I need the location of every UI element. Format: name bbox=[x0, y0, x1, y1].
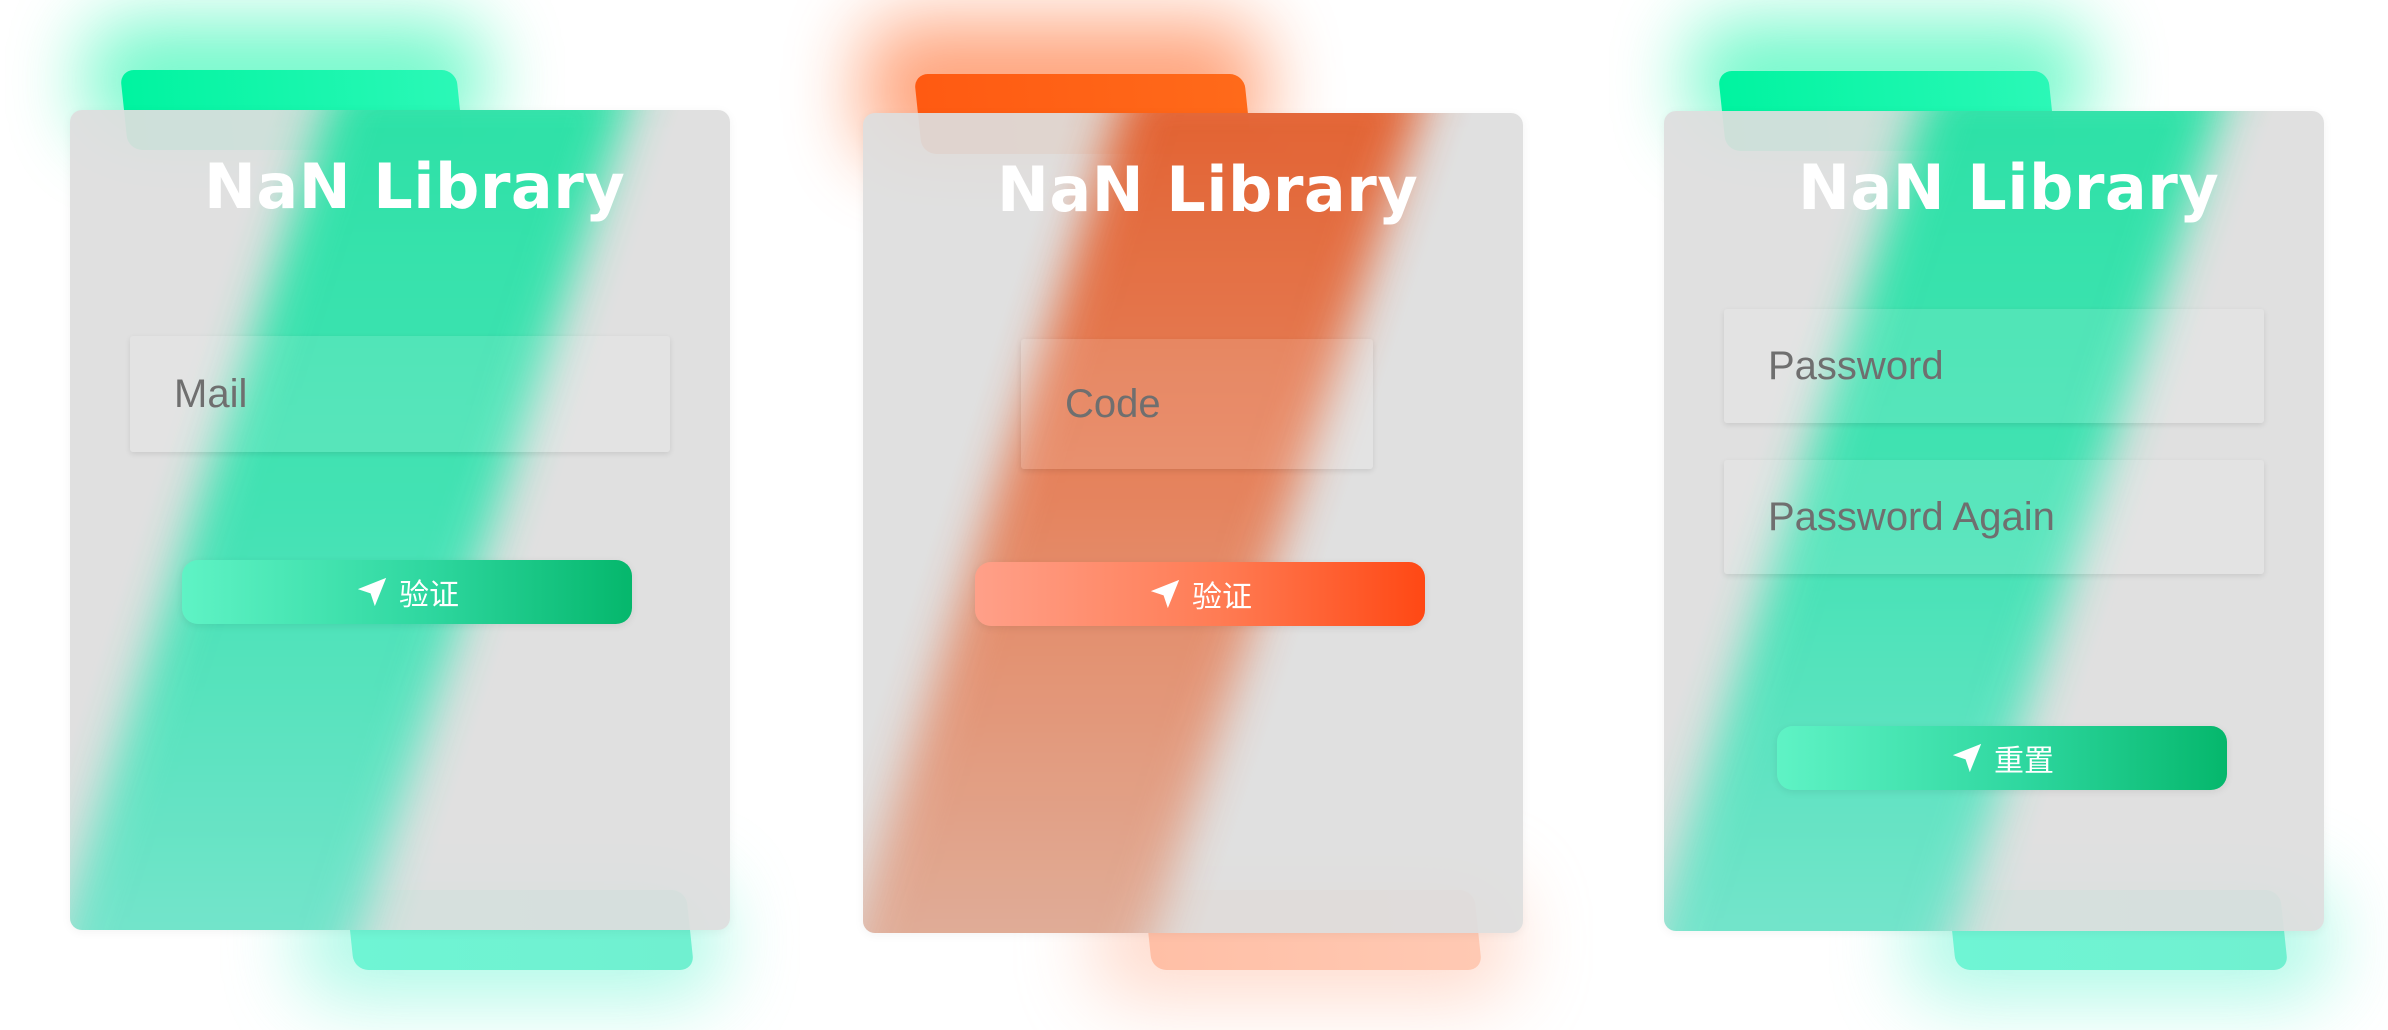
verify-mail-card-wrapper: NaN Library 验证 bbox=[0, 0, 730, 1030]
verify-button[interactable]: 验证 bbox=[975, 562, 1425, 626]
password-input[interactable] bbox=[1724, 309, 2264, 423]
card-diagonal-band bbox=[70, 110, 640, 930]
reset-button-label: 重置 bbox=[1994, 744, 2054, 779]
mail-input[interactable] bbox=[130, 336, 670, 452]
reset-password-card-wrapper: NaN Library 重置 bbox=[1594, 0, 2329, 1030]
password-again-field[interactable] bbox=[1724, 460, 2264, 574]
card-title: NaN Library bbox=[204, 150, 626, 223]
send-icon bbox=[1150, 579, 1180, 609]
verify-mail-card: NaN Library 验证 bbox=[70, 110, 730, 930]
verify-code-card-wrapper: NaN Library 验证 bbox=[793, 0, 1523, 1030]
verify-button[interactable]: 验证 bbox=[182, 560, 632, 624]
card-diagonal-band bbox=[863, 113, 1433, 933]
send-icon bbox=[1952, 743, 1982, 773]
code-field[interactable] bbox=[1021, 339, 1373, 469]
card-title: NaN Library bbox=[1798, 151, 2220, 224]
reset-password-card: NaN Library 重置 bbox=[1664, 111, 2324, 931]
verify-button-label: 验证 bbox=[1192, 580, 1252, 615]
password-field[interactable] bbox=[1724, 309, 2264, 423]
verify-button-label: 验证 bbox=[399, 578, 459, 613]
mail-field[interactable] bbox=[130, 336, 670, 452]
code-input[interactable] bbox=[1021, 339, 1373, 469]
reset-button[interactable]: 重置 bbox=[1777, 726, 2227, 790]
verify-code-card: NaN Library 验证 bbox=[863, 113, 1523, 933]
send-icon bbox=[357, 577, 387, 607]
card-title: NaN Library bbox=[997, 153, 1419, 226]
password-again-input[interactable] bbox=[1724, 460, 2264, 574]
